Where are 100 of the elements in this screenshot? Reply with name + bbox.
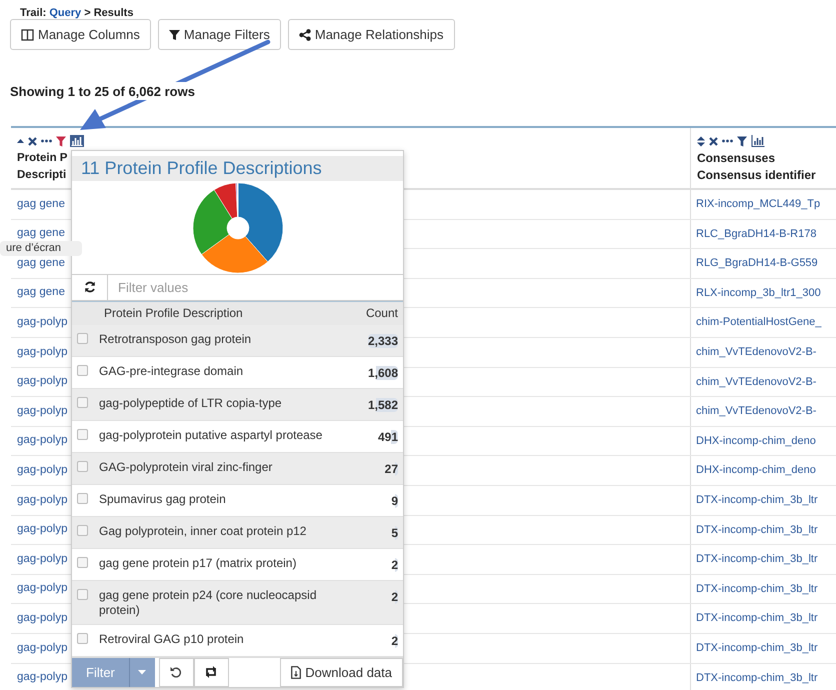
- column-header: Protein Profile Description: [104, 305, 244, 322]
- value-label: Gag polyprotein, inner coat protein p12: [99, 524, 308, 539]
- checkbox[interactable]: [77, 460, 88, 472]
- table-link[interactable]: gag-polyp: [17, 640, 68, 657]
- table-link[interactable]: gag-polyp: [17, 669, 68, 686]
- table-link[interactable]: DTX-incomp-chim_3b_ltr: [696, 640, 818, 656]
- undo-button[interactable]: [158, 658, 194, 687]
- table-link[interactable]: gag-polyp: [17, 492, 68, 509]
- refresh-button[interactable]: [72, 275, 108, 300]
- toolbar-button[interactable]: Manage Filters: [158, 19, 281, 50]
- more-icon[interactable]: [41, 139, 52, 143]
- table-link[interactable]: DTX-incomp-chim_3b_ltr: [696, 670, 818, 686]
- table-link[interactable]: RLG_BgraDH14-B-G559: [696, 255, 818, 272]
- value-count: 5: [391, 526, 398, 540]
- breadcrumb-link[interactable]: Query: [49, 7, 82, 19]
- value-count: 27: [384, 462, 398, 476]
- value-label: gag gene protein p17 (matrix protein): [99, 556, 298, 571]
- value-label: Retroviral GAG p10 protein: [99, 632, 245, 647]
- table-link[interactable]: gag-polyp: [17, 344, 68, 361]
- value-label: GAG-polyprotein viral zinc-finger: [99, 460, 274, 475]
- checkbox[interactable]: [77, 428, 88, 440]
- popup-title: 11 Protein Profile Descriptions: [72, 156, 403, 181]
- value-label: gag-polypeptide of LTR copia-type: [99, 396, 283, 411]
- table-link[interactable]: DTX-incomp-chim_3b_ltr: [696, 610, 818, 627]
- bar-chart-icon[interactable]: [751, 135, 765, 147]
- value-count: 1,582: [368, 398, 398, 412]
- table-link[interactable]: gag-polyp: [17, 580, 68, 598]
- column-title: Consensuses: [697, 150, 776, 167]
- checkbox[interactable]: [77, 632, 88, 644]
- table-link[interactable]: DTX-incomp-chim_3b_ltr: [696, 580, 818, 598]
- value-label: GAG-pre-integrase domain: [99, 364, 244, 379]
- breadcrumb-label: Trail:: [20, 7, 46, 19]
- table-link[interactable]: gag-polyp: [17, 402, 68, 420]
- column-subtitle: Consensus identifier: [697, 167, 816, 184]
- table-link[interactable]: gag-polyp: [17, 610, 68, 628]
- table-link[interactable]: gag gene: [17, 284, 65, 302]
- table-link[interactable]: DTX-incomp-chim_3b_ltr: [696, 551, 818, 568]
- swap-icon: [204, 666, 218, 678]
- table-link[interactable]: chim_VvTEdenovoV2-B-: [696, 403, 816, 420]
- sort-up-icon[interactable]: [17, 137, 24, 145]
- download-button[interactable]: Download data: [280, 658, 403, 687]
- value-count: 2: [391, 634, 398, 648]
- checkbox[interactable]: [77, 588, 88, 600]
- checkbox[interactable]: [77, 396, 88, 408]
- undo-icon: [170, 666, 182, 678]
- table-link[interactable]: gag-polyp: [17, 462, 68, 480]
- table-link[interactable]: DTX-incomp-chim_3b_ltr: [696, 522, 818, 538]
- columns-icon: [21, 28, 34, 40]
- value-count: 1,608: [368, 366, 398, 380]
- value-count: 2: [391, 558, 398, 572]
- close-icon[interactable]: [28, 136, 37, 146]
- value-count: 2,333: [368, 334, 398, 348]
- table-link[interactable]: gag gene: [17, 225, 65, 243]
- column-title: Protein P: [17, 151, 68, 166]
- sort-icon[interactable]: [697, 136, 705, 146]
- caret-icon: [138, 670, 146, 675]
- table-link[interactable]: gag-polyp: [17, 432, 68, 450]
- table-link[interactable]: gag-polyp: [17, 521, 68, 538]
- table-link[interactable]: RIX-incomp_MCL449_Tp: [696, 196, 820, 213]
- table-link[interactable]: RLX-incomp_3b_ltr1_300: [696, 284, 821, 302]
- value-count: 491: [378, 430, 398, 444]
- table-link[interactable]: chim_VvTEdenovoV2-B-: [696, 374, 816, 390]
- column-subtitle: Descripti: [17, 168, 66, 183]
- table-link[interactable]: DHX-incomp-chim_deno: [696, 462, 816, 479]
- file-icon: [291, 666, 302, 679]
- table-link[interactable]: gag-polyp: [17, 550, 68, 568]
- column-header: Count: [366, 305, 399, 322]
- bar-chart-icon[interactable]: [70, 135, 84, 147]
- table-link[interactable]: gag-polyp: [17, 373, 68, 390]
- results-summary: Showing 1 to 25 of 6,062 rows: [10, 82, 195, 100]
- toolbar-button[interactable]: Manage Columns: [10, 19, 151, 50]
- table-link[interactable]: gag gene: [17, 254, 65, 272]
- table-link[interactable]: chim-PotentialHostGene_: [696, 314, 822, 331]
- more-icon[interactable]: [722, 139, 733, 143]
- table-link[interactable]: gag-polyp: [17, 314, 68, 332]
- filter-icon: [168, 28, 180, 40]
- refresh-icon: [84, 281, 96, 294]
- toolbar-button[interactable]: Manage Relationships: [288, 19, 455, 50]
- table-link[interactable]: DHX-incomp-chim_deno: [696, 432, 816, 450]
- checkbox[interactable]: [77, 492, 88, 504]
- table-link[interactable]: DTX-incomp-chim_3b_ltr: [696, 492, 818, 508]
- table-link[interactable]: gag gene: [17, 196, 65, 213]
- close-icon[interactable]: [709, 136, 718, 146]
- table-link[interactable]: chim_VvTEdenovoV2-B-: [696, 344, 816, 361]
- value-label: gag gene protein p24 (core nucleocapsid protein): [99, 588, 318, 618]
- value-count: 2: [391, 590, 398, 604]
- value-label: gag-polyprotein putative aspartyl protease: [99, 428, 324, 443]
- filter-icon[interactable]: [737, 136, 747, 146]
- value-label: Retrotransposon gag protein: [99, 332, 252, 347]
- checkbox[interactable]: [77, 556, 88, 568]
- checkbox[interactable]: [77, 524, 88, 536]
- tooltip: ure d’écran: [0, 241, 82, 256]
- checkbox[interactable]: [77, 332, 88, 344]
- filter-icon[interactable]: [56, 136, 66, 146]
- value-count: 9: [391, 494, 398, 508]
- checkbox[interactable]: [77, 364, 88, 376]
- table-link[interactable]: RLC_BgraDH14-B-R178: [696, 226, 816, 242]
- breadcrumb-separator: >: [84, 7, 91, 19]
- dropdown-button[interactable]: [128, 658, 155, 687]
- swap-button[interactable]: [194, 658, 229, 687]
